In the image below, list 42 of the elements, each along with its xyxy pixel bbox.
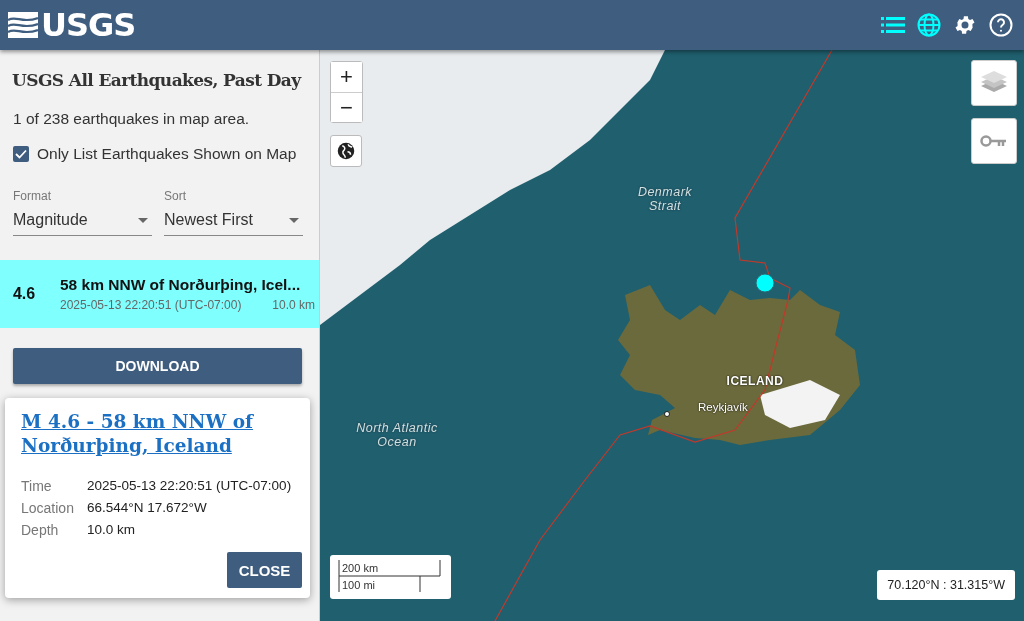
sea-label: Denmark Strait — [637, 186, 693, 214]
checkbox-label: Only List Earthquakes Shown on Map — [37, 145, 297, 163]
select-dropdown[interactable]: Newest First — [164, 203, 303, 236]
download-button[interactable]: DOWNLOAD — [13, 348, 302, 384]
city-dot — [664, 411, 670, 417]
checkbox[interactable] — [13, 146, 29, 162]
detail-label: Location — [21, 500, 75, 517]
detail-value: 10.0 km — [87, 522, 137, 539]
earthquake-time: 2025-05-13 22:20:51 (UTC-07:00) — [60, 298, 242, 312]
city-label: Reykjavík — [698, 400, 748, 414]
country-label: ICELAND — [726, 375, 784, 389]
help-icon[interactable] — [988, 12, 1014, 38]
magnitude: 4.6 — [11, 285, 37, 303]
earthquake-marker[interactable] — [755, 273, 775, 293]
earthquake-count: 1 of 238 earthquakes in map area. — [13, 110, 251, 128]
earthquake-title-link[interactable]: M 4.6 - 58 km NNW of Norðurþing, Iceland — [21, 410, 302, 459]
globe-icon[interactable] — [916, 12, 942, 38]
select-label: Format — [13, 189, 52, 203]
key-button[interactable] — [971, 118, 1017, 164]
earthquake-place: 58 km NNW of Norðurþing, Icel... — [60, 276, 302, 294]
select-dropdown[interactable]: Magnitude — [13, 203, 152, 236]
sea-label: North Atlantic Ocean — [356, 422, 438, 450]
satellite-map[interactable]: Denmark Strait ICELAND Reykjavík North Atlantic Ocean + − 200 km 100 mi 70.120°N : 31.315°W — [320, 50, 1024, 621]
scale-imperial: 100 mi — [342, 579, 376, 591]
detail-value: 66.544°N 17.672°W — [87, 500, 208, 517]
list-title: USGS All Earthquakes, Past Day — [12, 70, 303, 90]
zoom-out-button[interactable]: − — [331, 92, 362, 122]
detail-value: 2025-05-13 22:20:51 (UTC-07:00) — [87, 478, 293, 495]
globe-icon — [337, 142, 355, 160]
scale-metric: 200 km — [342, 562, 379, 574]
cursor-coordinates: 70.120°N : 31.315°W — [877, 570, 1015, 600]
globe-button[interactable] — [330, 135, 362, 167]
key-icon — [980, 134, 1008, 148]
waves-logo-icon — [8, 12, 38, 38]
scale-ruler-icon — [338, 559, 441, 593]
usgs-logo-text: USGS — [41, 6, 136, 44]
earthquake-list-item[interactable]: 4.6 58 km NNW of Norðurþing, Icel... 2025-05-13 22:20:51 (UTC-07:00) 10.0 km — [0, 260, 319, 328]
detail-label: Time — [21, 478, 53, 495]
detail-label: Depth — [21, 522, 60, 539]
close-button[interactable]: CLOSE — [227, 552, 302, 589]
select-label: Sort — [164, 189, 187, 203]
earthquake-depth: 10.0 km — [272, 298, 315, 312]
